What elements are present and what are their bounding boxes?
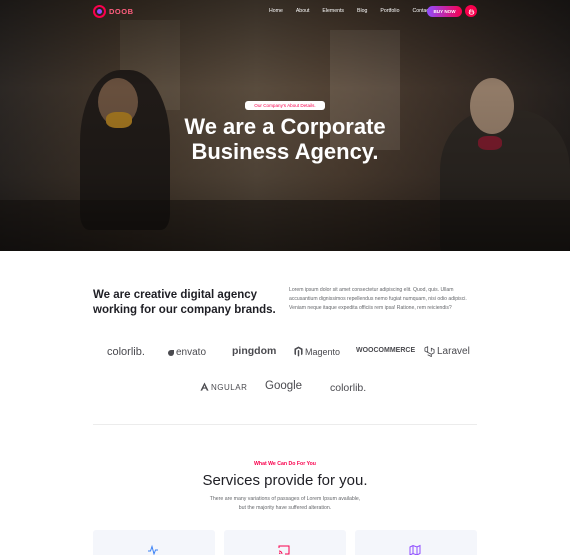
brand-colorlib-2-text: colorlib.	[330, 382, 367, 394]
brand-angular: NGULAR	[200, 382, 247, 392]
logo-text: DOOB	[109, 7, 134, 16]
services-description: There are many variations of passages of…	[195, 495, 375, 513]
section-divider	[93, 424, 477, 425]
brand-colorlib-2: colorlib.	[330, 382, 366, 394]
service-card[interactable]	[224, 530, 346, 555]
leaf-icon	[168, 349, 174, 356]
brand-pingdom: pingdom	[232, 345, 276, 357]
brand-colorlib-text: colorlib.	[107, 346, 145, 358]
about-text: Lorem ipsum dolor sit amet consectetur a…	[289, 287, 467, 311]
menu-item-home[interactable]: Home	[269, 8, 283, 14]
service-card[interactable]	[355, 530, 477, 555]
brand-laravel: Laravel	[424, 346, 470, 357]
brand-google-text: Google	[265, 380, 303, 392]
service-card[interactable]	[93, 530, 215, 555]
brand-laravel-text: Laravel	[437, 346, 470, 357]
hero-badge: Our Company's About Details.	[245, 101, 325, 110]
brand-envato-text: envato	[176, 347, 207, 358]
menu-item-portfolio[interactable]: Portfolio	[380, 8, 399, 14]
brand-pingdom-text: pingdom	[232, 345, 277, 357]
activity-icon	[148, 544, 158, 555]
menu-item-blog[interactable]: Blog	[357, 8, 367, 14]
laravel-icon	[424, 346, 435, 357]
cast-icon	[278, 545, 290, 555]
buy-now-button[interactable]: BUY NOW	[427, 6, 462, 17]
menu-item-elements[interactable]: Elements	[322, 8, 344, 14]
map-icon	[409, 544, 421, 555]
hand-icon[interactable]	[465, 5, 477, 17]
top-navbar: DOOB Home About Elements Blog Portfolio …	[0, 0, 570, 24]
hero-title: We are a Corporate Business Agency.	[0, 114, 570, 164]
about-title: We are creative digital agency working f…	[93, 289, 276, 316]
services-subtitle: What We Can Do For You	[254, 461, 316, 467]
services-description-line1: There are many variations of passages of…	[209, 496, 361, 502]
brand-magento: Magento	[294, 346, 340, 357]
brand-angular-text: NGULAR	[211, 382, 248, 392]
brand-magento-text: Magento	[305, 346, 341, 357]
logo-icon	[93, 5, 106, 18]
main-menu: Home About Elements Blog Portfolio Conta…	[269, 8, 430, 14]
services-description-line2: but the majority have suffered alteratio…	[238, 505, 332, 511]
brand-envato: envato	[168, 347, 206, 358]
brand-woocommerce-text: WOOCOMMERCE	[356, 347, 416, 354]
brand-google: Google	[265, 380, 302, 392]
menu-item-about[interactable]: About	[296, 8, 310, 14]
brand-colorlib: colorlib.	[107, 346, 145, 358]
site-logo[interactable]: DOOB	[93, 5, 134, 18]
magento-icon	[294, 346, 303, 357]
brand-woocommerce: WOOCOMMERCE	[356, 347, 415, 354]
angular-icon	[200, 382, 209, 391]
services-title: Services provide for you.	[202, 472, 368, 489]
hero-title-line2: Business Agency.	[191, 139, 379, 164]
hero-title-line1: We are a Corporate	[184, 114, 386, 139]
